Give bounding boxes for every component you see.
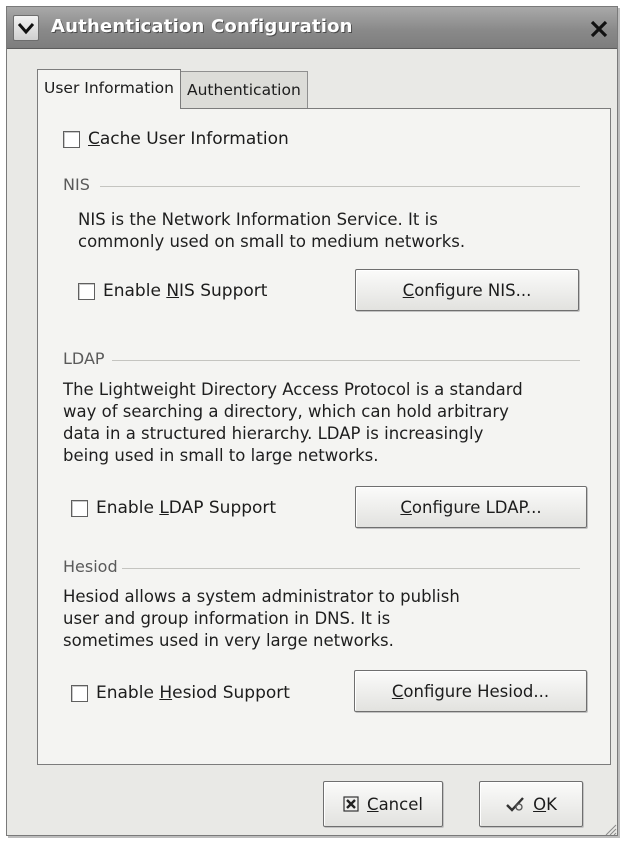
configure-ldap-button[interactable]: Configure LDAP... (355, 486, 587, 528)
configure-ldap-label: Configure LDAP... (400, 497, 542, 517)
nis-section-title: NIS (63, 175, 90, 194)
nis-section-divider (100, 186, 580, 187)
tab-user-information[interactable]: User Information (37, 69, 181, 109)
cancel-label: Cancel (367, 794, 423, 814)
chevron-down-icon (18, 23, 34, 35)
enable-hesiod-checkbox-row[interactable]: Enable Hesiod Support (71, 683, 290, 703)
window-title: Authentication Configuration (51, 16, 353, 37)
enable-ldap-checkbox[interactable] (71, 499, 88, 517)
nis-description: NIS is the Network Information Service. … (78, 210, 466, 251)
ldap-description: The Lightweight Directory Access Protoco… (63, 380, 523, 465)
resize-grip[interactable] (603, 821, 617, 836)
ldap-section-divider (112, 360, 580, 361)
close-icon (590, 20, 608, 38)
enable-ldap-label: Enable LDAP Support (96, 498, 277, 518)
enable-hesiod-label: Enable Hesiod Support (96, 683, 290, 703)
hesiod-section-title: Hesiod (63, 557, 118, 576)
enable-nis-label: Enable NIS Support (103, 281, 268, 301)
cache-user-info-label: Cache User Information (88, 129, 289, 149)
ldap-section-title: LDAP (63, 349, 105, 368)
hesiod-section-divider (122, 568, 580, 569)
window-menu-button[interactable] (13, 15, 39, 41)
title-bar[interactable]: Authentication Configuration (7, 7, 617, 49)
auth-config-dialog: Authentication Configuration User Inform… (6, 6, 618, 836)
resize-grip-icon (605, 824, 617, 836)
enable-hesiod-checkbox[interactable] (71, 684, 88, 702)
ok-label: OK (533, 794, 557, 814)
tab-authentication[interactable]: Authentication (180, 71, 308, 109)
hesiod-description: Hesiod allows a system administrator to … (63, 587, 460, 650)
cancel-button[interactable]: Cancel (323, 781, 443, 827)
cache-user-info-checkbox[interactable] (63, 130, 80, 148)
configure-nis-button[interactable]: Configure NIS... (355, 269, 579, 311)
configure-hesiod-button[interactable]: Configure Hesiod... (354, 670, 587, 712)
enable-ldap-checkbox-row[interactable]: Enable LDAP Support (71, 498, 276, 518)
close-button[interactable] (587, 17, 611, 41)
user-information-panel: Cache User Information NIS NIS is the Ne… (37, 108, 611, 765)
ok-button[interactable]: OK (479, 781, 583, 827)
enable-nis-checkbox[interactable] (78, 282, 95, 300)
ok-icon (505, 795, 525, 813)
enable-nis-checkbox-row[interactable]: Enable NIS Support (78, 281, 267, 301)
configure-hesiod-label: Configure Hesiod... (391, 681, 550, 701)
cache-user-info-checkbox-row[interactable]: Cache User Information (63, 129, 289, 149)
configure-nis-label: Configure NIS... (402, 280, 532, 300)
cancel-icon (343, 796, 359, 812)
tab-bar: User Information Authentication (37, 69, 308, 109)
